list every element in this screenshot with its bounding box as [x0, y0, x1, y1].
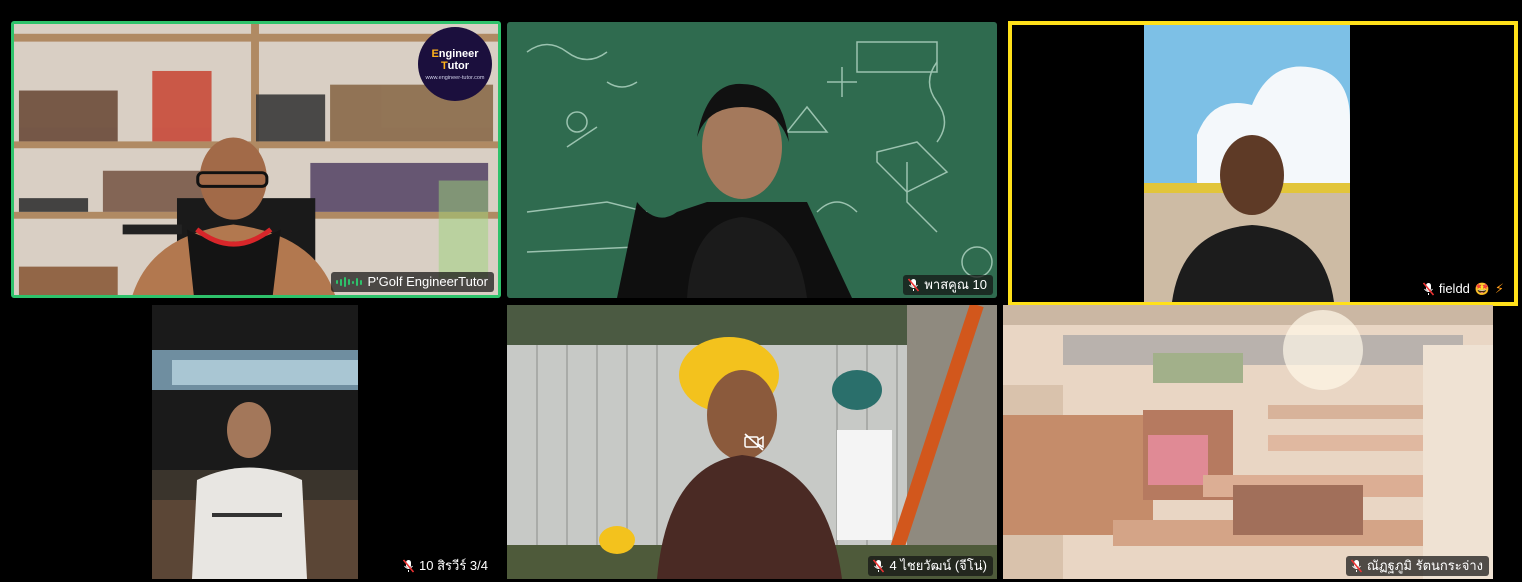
video-tile[interactable]: 4 ไชยวัฒน์ (จีโน่)	[507, 305, 997, 579]
video-feed	[152, 305, 498, 579]
video-feed	[507, 22, 997, 298]
participant-name: 4 ไชยวัฒน์ (จีโน่)	[889, 558, 987, 573]
mic-muted-icon	[908, 278, 920, 292]
camera-off-icon	[744, 433, 764, 451]
participant-name-tag: P'Golf EngineerTutor	[331, 272, 494, 292]
speaking-audio-icon	[336, 276, 363, 288]
participant-name: fieldd	[1438, 281, 1470, 296]
participant-name-tag: พาสคูณ 10	[903, 275, 993, 295]
video-feed	[1003, 305, 1493, 579]
video-feed	[1012, 25, 1514, 302]
participant-name-tag: fieldd 🤩 ⚡	[1418, 279, 1510, 299]
participant-name-tag: 4 ไชยวัฒน์ (จีโน่)	[868, 556, 993, 576]
mic-muted-icon	[873, 559, 885, 573]
mic-muted-icon	[1350, 559, 1362, 573]
participant-name: 10 สิรวีร์ 3/4	[419, 558, 488, 573]
video-tile-highlighted[interactable]: fieldd 🤩 ⚡	[1008, 21, 1518, 306]
participant-name: P'Golf EngineerTutor	[367, 274, 488, 289]
mic-muted-icon	[1422, 282, 1434, 296]
participant-name: พาสคูณ 10	[924, 277, 987, 292]
lightning-icon: ⚡	[1494, 281, 1504, 296]
video-tile[interactable]: 10 สิรวีร์ 3/4	[152, 305, 498, 579]
video-tile[interactable]: ณัฏฐภูมิ รัตนกระจ่าง	[1003, 305, 1493, 579]
engineer-tutor-logo: Engineer Tutor www.engineer-tutor.com	[418, 27, 492, 101]
participant-name-tag: ณัฏฐภูมิ รัตนกระจ่าง	[1345, 556, 1489, 576]
participant-name-tag: 10 สิรวีร์ 3/4	[398, 556, 494, 576]
logo-url: www.engineer-tutor.com	[425, 74, 485, 81]
star-eyes-emoji-icon: 🤩	[1474, 282, 1490, 296]
mic-muted-icon	[403, 559, 415, 573]
participant-name: ณัฏฐภูมิ รัตนกระจ่าง	[1366, 558, 1483, 573]
video-tile[interactable]: พาสคูณ 10	[507, 22, 997, 298]
video-tile-host[interactable]: Engineer Tutor www.engineer-tutor.com P'…	[11, 21, 501, 298]
